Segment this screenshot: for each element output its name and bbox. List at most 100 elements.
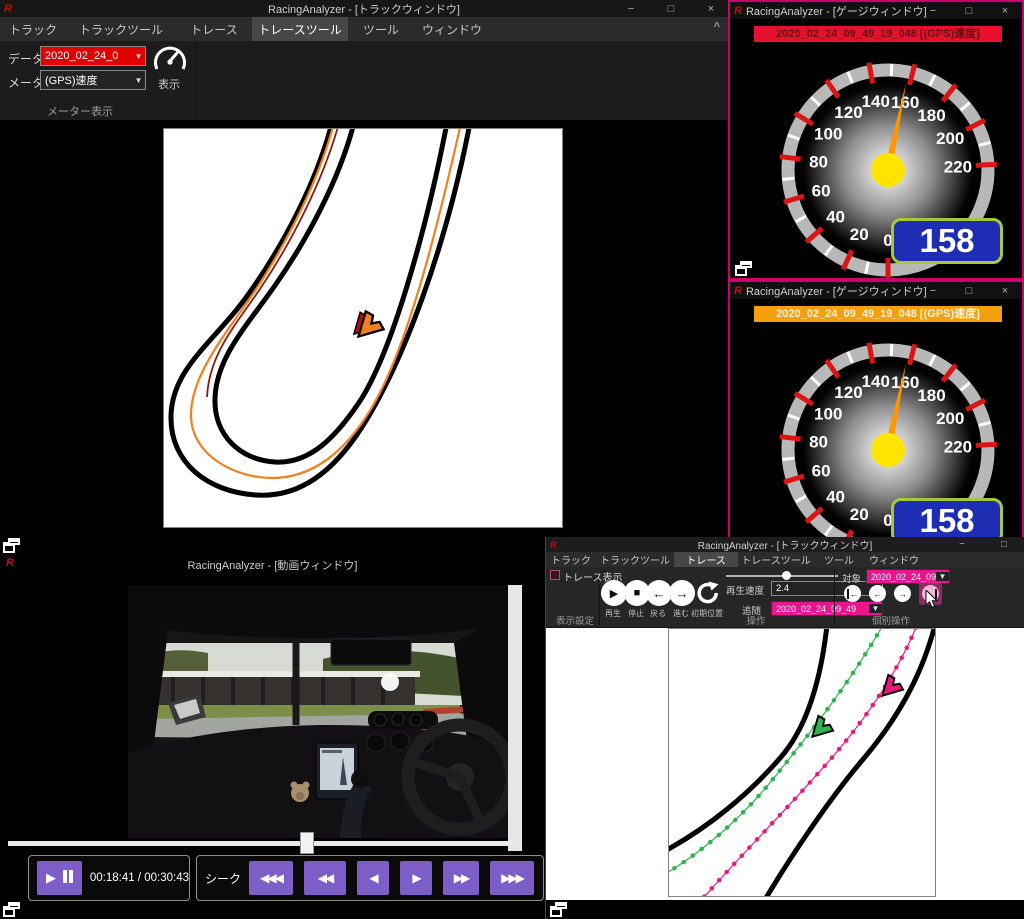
trace-display-checkbox[interactable] [550,570,560,580]
tab-track-tools[interactable]: トラックツール [596,552,674,567]
speed-label: 再生速度 [726,583,764,597]
minimize-button[interactable]: − [950,537,974,553]
svg-text:160: 160 [891,93,919,112]
seek-back-3-button[interactable]: ◀◀◀ [249,861,293,895]
data-banner: 2020_02_24_09_49_19_048 [(GPS)速度] [754,306,1002,322]
data-label: データ [8,50,44,67]
video-position-thumb[interactable] [300,832,314,854]
forward-label: 進む [673,608,689,619]
video-vertical-scrollbar[interactable] [508,585,522,851]
video-time: 00:18:41 / 00:30:43 [90,872,189,884]
minimize-button[interactable]: − [916,3,950,19]
trace-line-green [669,629,883,874]
svg-text:60: 60 [812,182,831,201]
speed-readout: 158 [891,498,1003,542]
meter-display-icon[interactable] [152,45,188,73]
svg-text:160: 160 [891,373,919,392]
restore-window-icon[interactable] [3,902,20,917]
speed-readout: 158 [891,218,1003,264]
tab-tools[interactable]: ツール [348,17,414,41]
tab-trace[interactable]: トレース [176,17,252,41]
group-label-meter: メーター表示 [0,103,160,119]
play-label: 再生 [605,608,621,619]
minimize-button[interactable]: − [916,283,950,299]
close-button[interactable]: × [694,1,728,17]
mouse-cursor [925,590,939,610]
seek-fwd-2-button[interactable]: ▶▶ [443,861,479,895]
play-pause-button[interactable]: ▶ [37,861,82,895]
ribbon-body: トレース表示 表示設定 ▶ ■ ← → 再生 停止 戻る 進む 初期位置 再生速… [546,567,1024,628]
seek-group: シーク ◀◀◀ ◀◀ ◀ ▶ ▶▶ ▶▶▶ [196,855,544,901]
track-map [163,128,563,528]
group-separator [196,43,197,118]
step-forward-button[interactable]: → [669,580,695,606]
window-title: RacingAnalyzer - [動画ウィンドウ] [0,557,545,573]
trace-map [668,628,936,897]
position-arrow [349,310,385,346]
trace-line-pink [697,629,917,896]
tab-tools[interactable]: ツール [814,552,864,567]
jump-first-button[interactable]: ← [844,585,861,602]
ribbon-tabs: トラック トラックツール トレース トレースツール ツール ウィンドウ [546,552,1024,567]
video-position-slider[interactable] [8,841,512,846]
group-separator [834,569,835,625]
tab-window[interactable]: ウィンドウ [864,552,924,567]
gauge-window-2: R RacingAnalyzer - [ゲージウィンドウ] − □ × 2020… [728,280,1024,542]
seek-label: シーク [205,870,241,887]
titlebar[interactable]: R RacingAnalyzer - [トラックウィンドウ] − □ × [0,0,728,17]
prev-button[interactable]: ← [869,585,886,602]
svg-text:80: 80 [809,152,828,171]
svg-text:40: 40 [826,487,845,506]
position-arrow-pink [875,674,905,704]
seek-fwd-3-button[interactable]: ▶▶▶ [490,861,534,895]
maximize-button[interactable]: □ [654,1,688,17]
seek-back-2-button[interactable]: ◀◀ [304,861,346,895]
pause-icon [61,870,73,886]
minimize-button[interactable]: − [614,1,648,17]
back-label: 戻る [650,608,666,619]
desktop: R RacingAnalyzer - [トラックウィンドウ] − □ × トラッ… [0,0,1024,919]
svg-text:80: 80 [809,432,828,451]
svg-text:20: 20 [850,505,869,524]
svg-text:120: 120 [834,103,862,122]
target-label: 対象 [842,571,861,585]
svg-text:40: 40 [826,207,845,226]
svg-text:20: 20 [850,225,869,244]
meter-combobox[interactable]: (GPS)速度▼ [40,70,146,90]
seek-fwd-1-button[interactable]: ▶ [400,861,432,895]
meter-label: メータ [8,74,44,91]
close-button[interactable]: × [988,3,1022,19]
tab-window[interactable]: ウィンドウ [414,17,490,41]
next-button[interactable]: → [894,585,911,602]
seek-back-1-button[interactable]: ◀ [357,861,389,895]
ribbon-tabs: トラック トラックツール トレース トレースツール ツール ウィンドウ ^ [0,17,728,41]
svg-text:140: 140 [862,92,890,111]
show-label: 表示 [158,76,180,92]
tab-track-tools[interactable]: トラックツール [66,17,176,41]
trace-position-thumb[interactable] [782,571,791,580]
ribbon-collapse-icon[interactable]: ^ [714,21,720,33]
video-frame[interactable] [128,585,508,838]
group-separator [599,585,600,625]
tab-trace-tools[interactable]: トレースツール [252,17,348,41]
tab-trace-tools[interactable]: トレースツール [738,552,814,567]
svg-text:100: 100 [814,125,842,144]
svg-text:100: 100 [814,405,842,424]
chevron-down-icon: ▼ [132,52,145,61]
close-button[interactable]: × [988,283,1022,299]
restore-window-icon[interactable] [3,538,20,553]
maximize-button[interactable]: □ [952,3,986,19]
stop-label: 停止 [628,608,644,619]
track-window-trace: R RacingAnalyzer - [トラックウィンドウ] − □ トラック … [545,537,1024,919]
maximize-button[interactable]: □ [992,537,1016,553]
restore-window-icon[interactable] [735,261,752,276]
tab-track[interactable]: トラック [0,17,66,41]
svg-text:200: 200 [936,409,964,428]
app-logo-icon: R [730,5,746,17]
maximize-button[interactable]: □ [952,283,986,299]
tab-trace[interactable]: トレース [674,552,738,567]
reset-position-button[interactable] [694,579,722,607]
data-combobox[interactable]: 2020_02_24_0▼ [40,46,146,66]
restore-window-icon[interactable] [550,902,567,917]
tab-track[interactable]: トラック [546,552,596,567]
